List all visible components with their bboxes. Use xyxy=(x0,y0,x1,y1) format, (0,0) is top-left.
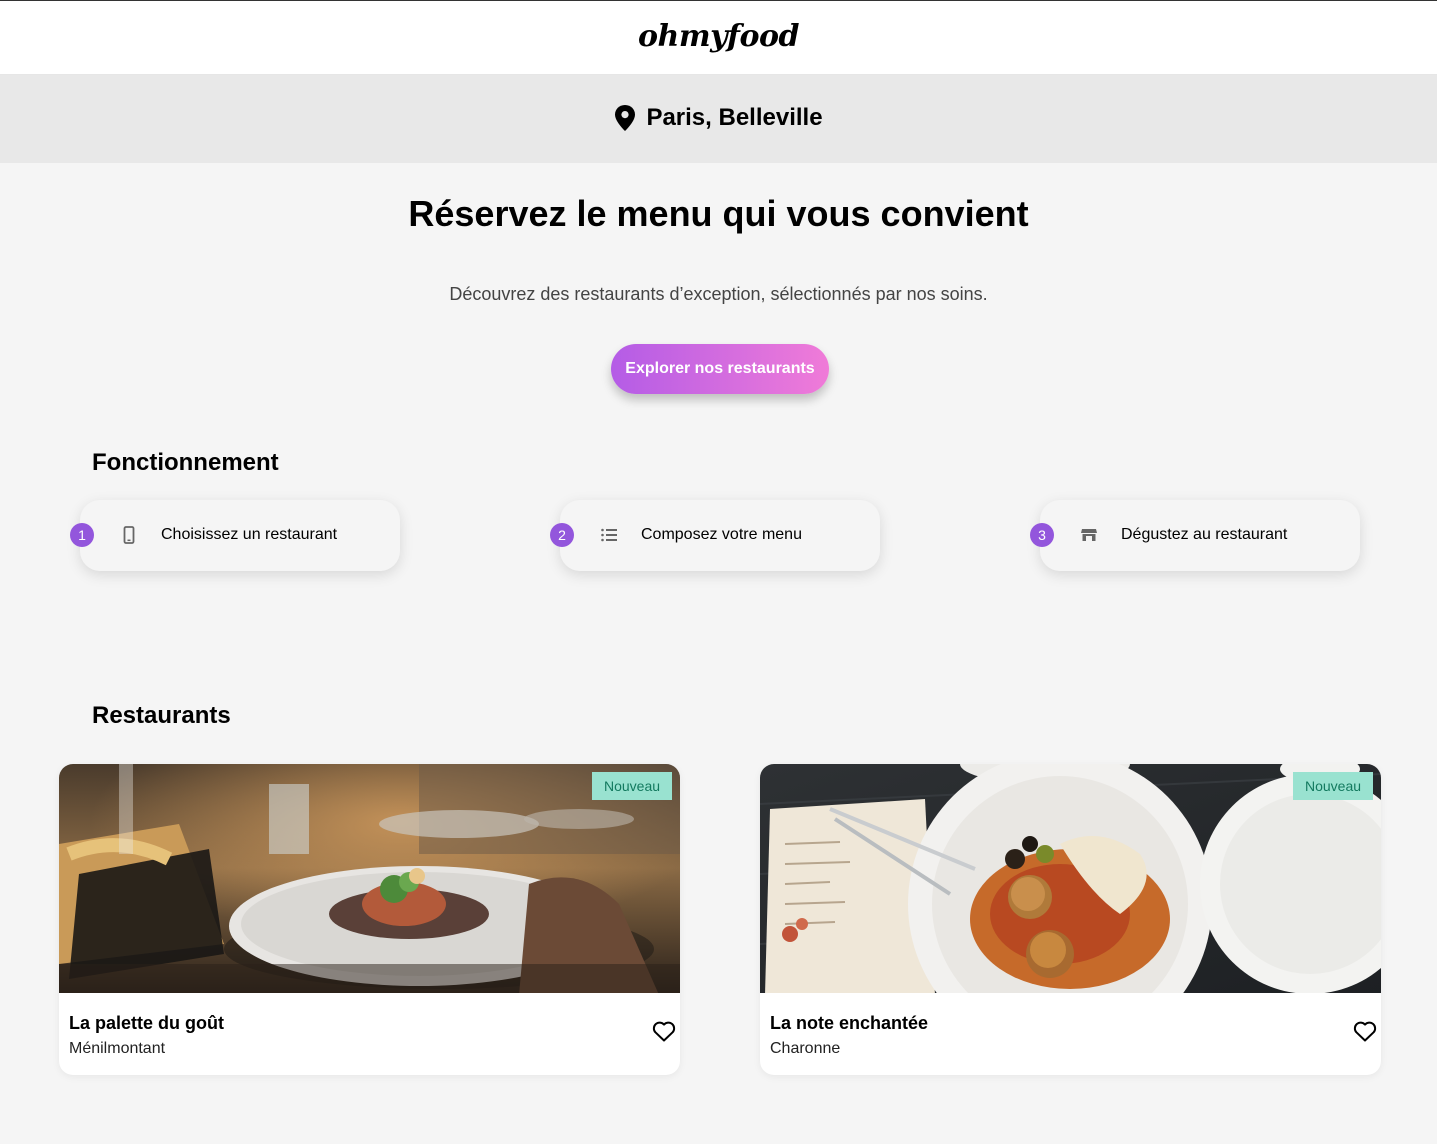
restaurant-name: La palette du goût xyxy=(69,1013,224,1033)
restaurant-photo xyxy=(760,764,1381,995)
restaurant-area: Charonne xyxy=(770,1040,841,1057)
location-text: Paris, Belleville xyxy=(646,104,823,131)
store-icon xyxy=(1081,529,1097,541)
explore-restaurants-button[interactable]: Explorer nos restaurants xyxy=(611,344,829,394)
step-choose-restaurant: 1 Choisissez un restaurant xyxy=(70,500,400,571)
location-bar: Paris, Belleville xyxy=(0,75,1437,163)
restaurant-photo xyxy=(59,764,680,995)
location-display: Paris, Belleville xyxy=(0,104,1437,132)
step-label: Choisissez un restaurant xyxy=(161,526,338,543)
heart-outline-icon[interactable] xyxy=(652,1020,676,1042)
step-number: 3 xyxy=(1030,523,1054,547)
mobile-phone-icon xyxy=(123,526,135,544)
step-compose-menu: 2 Composez votre menu xyxy=(550,500,880,571)
step-enjoy-restaurant: 3 Dégustez au restaurant xyxy=(1030,500,1360,571)
top-header: ohmyfood xyxy=(0,0,1437,75)
list-icon xyxy=(601,528,617,542)
restaurant-card[interactable]: Nouveau La palette du goût Ménilmontant xyxy=(59,764,680,1075)
site-logo[interactable]: ohmyfood xyxy=(0,19,1437,54)
restaurant-card[interactable]: Nouveau La note enchantée Charonne xyxy=(760,764,1381,1075)
map-pin-icon xyxy=(615,105,636,131)
restaurant-name: La note enchantée xyxy=(770,1013,929,1033)
restaurant-area: Ménilmontant xyxy=(69,1040,166,1057)
step-label: Composez votre menu xyxy=(641,526,802,543)
restaurants-title: Restaurants xyxy=(92,702,231,729)
step-label: Dégustez au restaurant xyxy=(1121,526,1288,543)
new-badge: Nouveau xyxy=(1293,772,1373,800)
hero-title: Réservez le menu qui vous convient xyxy=(408,193,1029,234)
step-number: 1 xyxy=(70,523,94,547)
heart-outline-icon[interactable] xyxy=(1353,1020,1377,1042)
step-number: 2 xyxy=(550,523,574,547)
hero-subtitle: Découvrez des restaurants d’exception, s… xyxy=(449,284,988,304)
new-badge: Nouveau xyxy=(592,772,672,800)
how-it-works-title: Fonctionnement xyxy=(92,449,279,476)
